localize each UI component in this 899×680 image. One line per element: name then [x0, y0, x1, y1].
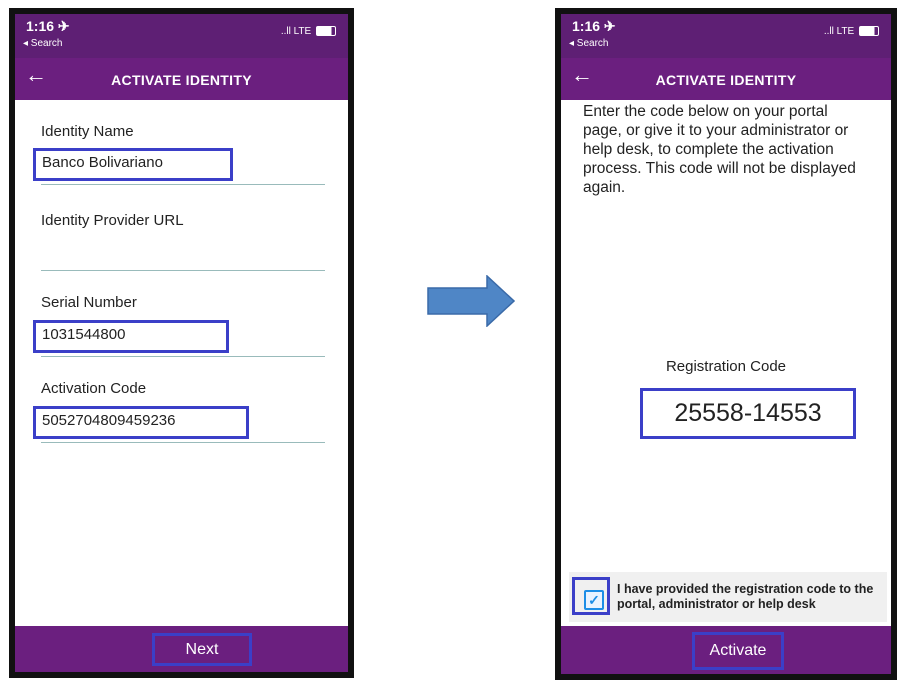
- serial-number-label: Serial Number: [41, 294, 137, 311]
- serial-number-underline: [41, 356, 325, 357]
- confirmation-row: ✓ I have provided the registration code …: [569, 572, 887, 622]
- confirm-checkbox-highlight[interactable]: ✓: [572, 577, 610, 615]
- back-to-search-link[interactable]: ◂ Search: [569, 38, 608, 49]
- identity-name-input[interactable]: Banco Bolivariano: [33, 148, 233, 181]
- footer-bar: Activate: [561, 626, 891, 674]
- confirm-checkbox[interactable]: ✓: [584, 590, 604, 610]
- identity-provider-url-label: Identity Provider URL: [41, 212, 184, 229]
- right-screen: 1:16 ✈ ◂ Search ..ll LTE ← ACTIVATE IDEN…: [561, 14, 891, 674]
- confirmation-text: I have provided the registration code to…: [617, 582, 874, 611]
- identity-name-label: Identity Name: [41, 123, 134, 140]
- left-phone-frame: 1:16 ✈ ◂ Search ..ll LTE ← ACTIVATE IDEN…: [9, 8, 354, 678]
- right-phone-frame: 1:16 ✈ ◂ Search ..ll LTE ← ACTIVATE IDEN…: [555, 8, 897, 680]
- left-screen: 1:16 ✈ ◂ Search ..ll LTE ← ACTIVATE IDEN…: [15, 14, 348, 672]
- signal-text: ..ll LTE: [280, 26, 312, 37]
- registration-code-label: Registration Code: [665, 358, 787, 375]
- signal-battery-indicator: ..ll LTE: [824, 26, 879, 37]
- identity-name-underline: [41, 184, 325, 185]
- signal-text: ..ll LTE: [823, 26, 855, 37]
- identity-provider-url-input[interactable]: [41, 242, 53, 248]
- status-time: 1:16 ✈: [572, 18, 616, 34]
- transition-arrow-icon: [427, 275, 515, 327]
- battery-icon: [316, 26, 336, 37]
- activation-code-input[interactable]: 5052704809459236: [33, 406, 249, 439]
- activation-code-label: Activation Code: [41, 380, 147, 397]
- activation-instructions: Enter the code below on your portal page…: [583, 103, 856, 196]
- signal-battery-indicator: ..ll LTE: [281, 26, 336, 37]
- activate-button[interactable]: Activate: [692, 632, 784, 670]
- registration-code-value: 25558-14553: [640, 388, 856, 439]
- status-bar: 1:16 ✈ ◂ Search ..ll LTE: [15, 14, 348, 58]
- back-to-search-link[interactable]: ◂ Search: [23, 38, 62, 49]
- identity-provider-url-underline: [41, 270, 325, 271]
- page-title: ACTIVATE IDENTITY: [111, 72, 252, 88]
- screen-header: ← ACTIVATE IDENTITY: [561, 58, 891, 100]
- activation-code-underline: [41, 442, 325, 443]
- serial-number-input[interactable]: 1031544800: [33, 320, 229, 353]
- battery-icon: [859, 26, 879, 37]
- next-button[interactable]: Next: [152, 633, 252, 666]
- status-bar: 1:16 ✈ ◂ Search ..ll LTE: [561, 14, 891, 58]
- footer-bar: Next: [15, 626, 348, 672]
- page-title: ACTIVATE IDENTITY: [655, 72, 797, 88]
- screen-header: ← ACTIVATE IDENTITY: [15, 58, 348, 100]
- status-time: 1:16 ✈: [26, 18, 70, 34]
